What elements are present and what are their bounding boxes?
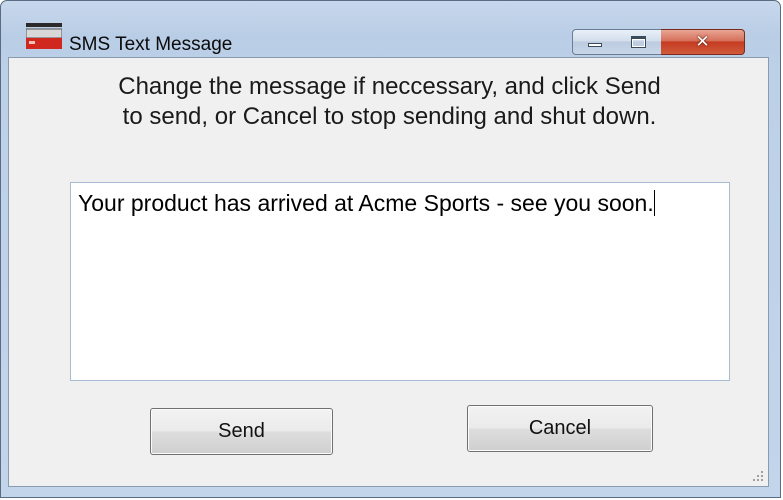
message-textarea[interactable]: Your product has arrived at Acme Sports …	[70, 182, 730, 381]
maximize-button[interactable]	[616, 29, 662, 55]
resize-grip-icon[interactable]	[750, 468, 764, 482]
close-button[interactable]: ✕	[661, 29, 745, 55]
send-button[interactable]: Send	[150, 408, 333, 455]
title-bar[interactable]: SMS Text Message ✕	[1, 1, 780, 55]
instruction-line-1: Change the message if neccessary, and cl…	[118, 73, 661, 100]
instruction-text: Change the message if neccessary, and cl…	[9, 72, 770, 132]
window-title: SMS Text Message	[69, 34, 233, 55]
sms-dialog-window: SMS Text Message ✕ Change the message if…	[0, 0, 781, 498]
maximize-icon	[631, 36, 646, 48]
instruction-line-2: to send, or Cancel to stop sending and s…	[122, 103, 657, 130]
minimize-button[interactable]	[572, 29, 617, 55]
cancel-button[interactable]: Cancel	[467, 405, 653, 452]
message-text: Your product has arrived at Acme Sports …	[78, 190, 654, 216]
minimize-icon	[588, 43, 602, 47]
sms-app-icon	[26, 23, 62, 49]
close-icon: ✕	[695, 32, 710, 52]
dialog-body: Change the message if neccessary, and cl…	[8, 57, 769, 487]
text-caret	[653, 190, 655, 216]
